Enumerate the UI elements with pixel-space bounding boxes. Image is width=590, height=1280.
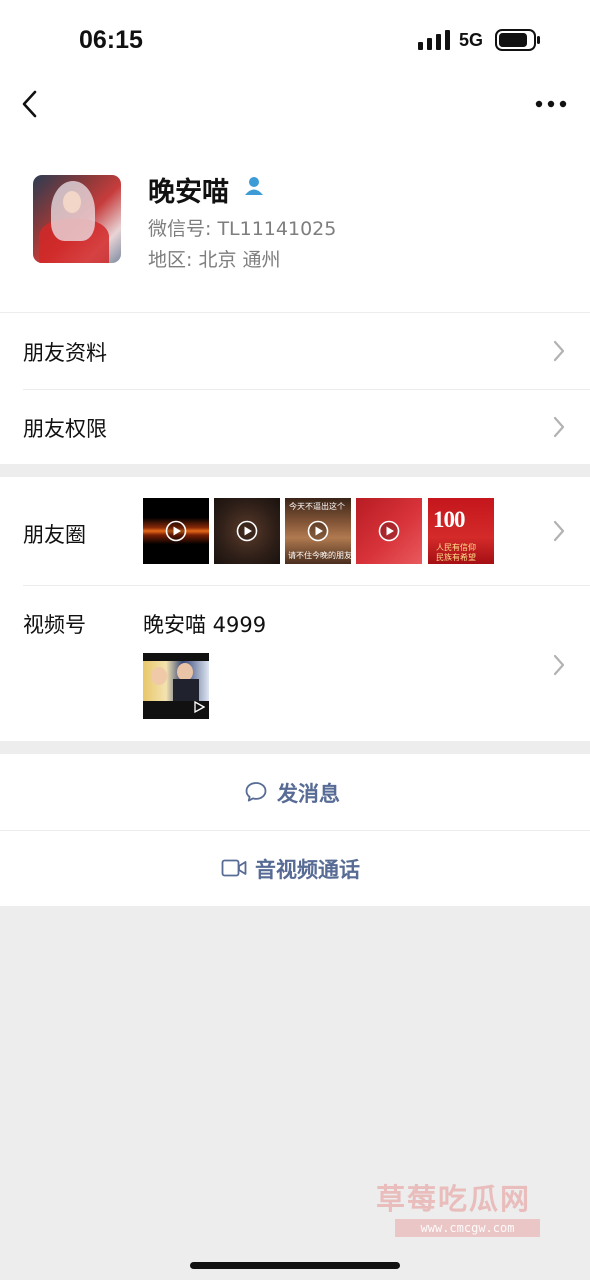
- video-call-button[interactable]: 音视频通话: [0, 830, 590, 906]
- chat-bubble-icon: [245, 782, 267, 802]
- moments-thumb-5[interactable]: 100 人民有信仰 民族有希望: [428, 498, 494, 564]
- person-verified-icon: [245, 177, 263, 195]
- channels-label: 视频号: [23, 613, 86, 637]
- video-camera-icon: [221, 859, 247, 877]
- region: 地区: 北京 通州: [148, 249, 281, 271]
- thumb-slogan-2: 民族有希望: [436, 553, 476, 562]
- action-section: 发消息 音视频通话: [0, 754, 590, 906]
- moments-thumb-2[interactable]: [214, 498, 280, 564]
- signal-icon: [418, 30, 450, 50]
- wechat-id: 微信号: TL11141025: [148, 218, 337, 240]
- watermark-url: www.cmcgw.com: [395, 1219, 540, 1237]
- video-call-label: 音视频通话: [255, 858, 360, 882]
- moments-thumb-3[interactable]: 今天不逼出这个 请不住今晚的朋友圈: [285, 498, 351, 564]
- profile-name: 晚安喵: [148, 177, 229, 208]
- status-bar: 06:15 5G: [0, 0, 590, 74]
- channels-video-thumb[interactable]: [143, 653, 209, 719]
- avatar[interactable]: [33, 175, 121, 263]
- friend-permissions-row[interactable]: 朋友权限: [0, 389, 590, 465]
- friend-info-row[interactable]: 朋友资料: [0, 313, 590, 389]
- play-icon: [378, 520, 400, 542]
- channels-row[interactable]: 视频号 晚安喵 4999: [0, 585, 590, 741]
- chevron-right-icon: [553, 416, 565, 438]
- battery-icon: [495, 29, 540, 51]
- status-time: 06:15: [79, 26, 143, 54]
- chevron-right-icon: [553, 654, 565, 676]
- watermark-text: 草莓吃瓜网: [376, 1182, 532, 1216]
- moments-label: 朋友圈: [23, 523, 86, 547]
- chevron-right-icon: [553, 520, 565, 542]
- chevron-left-icon[interactable]: [18, 88, 44, 120]
- chevron-right-icon: [553, 340, 565, 362]
- play-icon: [307, 520, 329, 542]
- friend-menu: 朋友资料 朋友权限: [0, 312, 590, 464]
- channels-account-name: 晚安喵 4999: [143, 613, 267, 637]
- more-dots-icon[interactable]: [534, 94, 568, 114]
- play-icon: [165, 520, 187, 542]
- moments-thumb-1[interactable]: [143, 498, 209, 564]
- moments-channels-section: 朋友圈 今天不逼出这个 请不住今晚的朋友圈: [0, 477, 590, 741]
- thumb-big-number: 100: [433, 507, 465, 532]
- friend-permissions-label: 朋友权限: [23, 417, 107, 441]
- profile-card: 晚安喵 微信号: TL11141025 地区: 北京 通州: [0, 140, 590, 312]
- friend-info-label: 朋友资料: [23, 341, 107, 365]
- thumb-caption-top: 今天不逼出这个: [289, 502, 345, 511]
- thumb-caption-bottom: 请不住今晚的朋友圈: [288, 551, 351, 560]
- home-indicator[interactable]: [190, 1262, 400, 1269]
- send-message-label: 发消息: [277, 782, 340, 806]
- moments-row[interactable]: 朋友圈 今天不逼出这个 请不住今晚的朋友圈: [0, 477, 590, 585]
- network-type: 5G: [459, 30, 484, 50]
- send-message-button[interactable]: 发消息: [0, 754, 590, 830]
- moments-thumb-4[interactable]: [356, 498, 422, 564]
- play-icon: [236, 520, 258, 542]
- play-icon: [194, 701, 205, 713]
- nav-bar: [0, 74, 590, 140]
